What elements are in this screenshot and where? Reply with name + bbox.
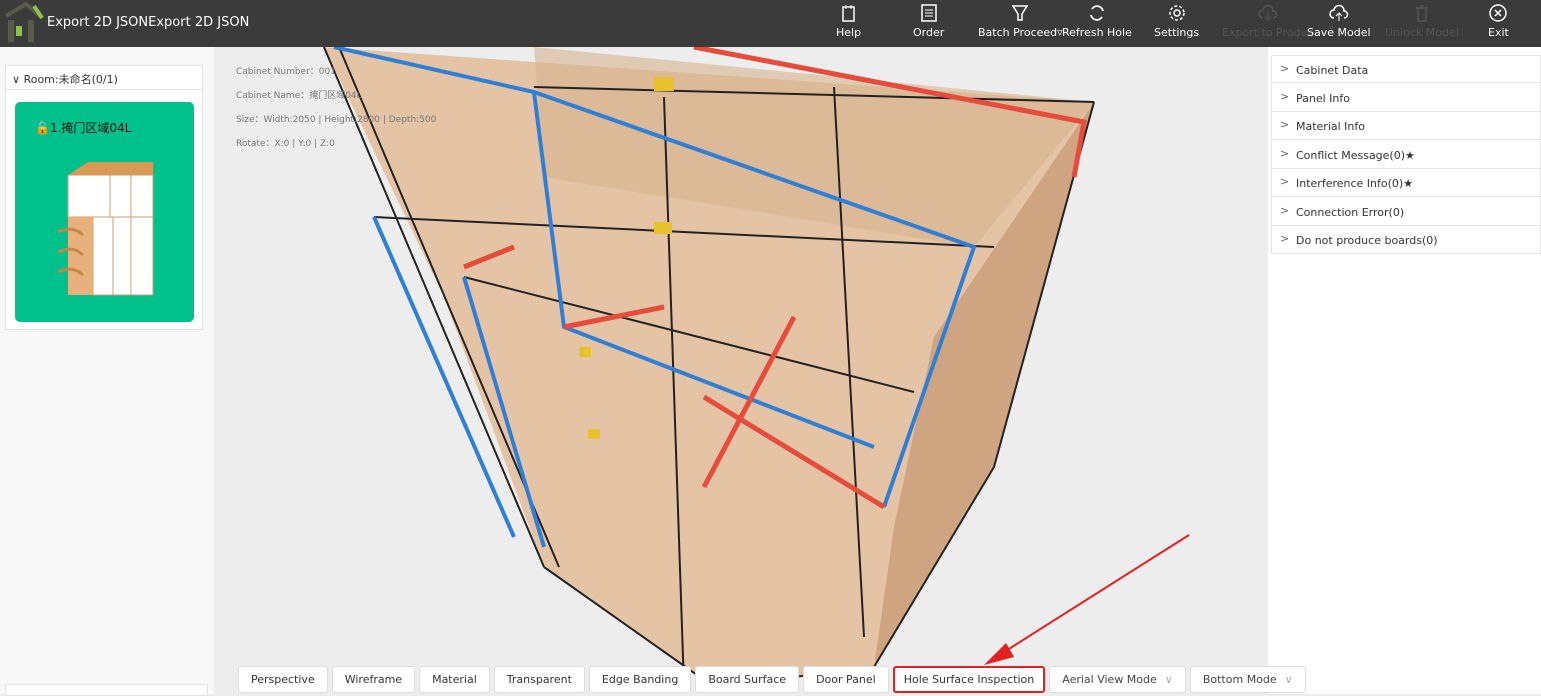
3d-viewport[interactable]: Cabinet Number：001 Cabinet Name：掩门区域04L … [214, 47, 1268, 694]
gear-icon [1168, 5, 1185, 21]
app-title: Export 2D JSONExport 2D JSON [47, 15, 250, 30]
section-label: Panel Info [1296, 91, 1350, 105]
bottom-mode-dropdown[interactable]: Bottom Mode ∨ [1189, 666, 1306, 693]
settings-button[interactable]: Settings [1154, 3, 1199, 39]
order-list-icon [920, 4, 937, 22]
wireframe-button[interactable]: Wireframe [331, 666, 416, 693]
lock-icon: 🔓 [35, 121, 50, 135]
chevron-right-icon: > [1280, 146, 1290, 160]
left-sidebar: ∨ Room:未命名(0/1) 🔓1.掩门区域04L [0, 47, 214, 696]
right-panel: > Cabinet Data > Panel Info > Material Info > C… [1268, 47, 1541, 694]
chevron-down-icon: ∨ [1284, 673, 1293, 686]
export-to-produc-button[interactable]: Export to Produc [1222, 3, 1314, 39]
chevron-down-icon: ∨ [12, 73, 24, 86]
chevron-right-icon: > [1280, 62, 1290, 75]
section-label: Do not produce boards(0) [1296, 234, 1438, 247]
close-circle-icon [1489, 4, 1508, 22]
toolbar-label: Batch Proceed▿ [978, 26, 1063, 39]
unlock-model-button[interactable]: Unlock Model [1385, 3, 1459, 39]
batch-proceed-button[interactable]: Batch Proceed▿ [978, 3, 1063, 39]
section-do-not-produce-boards[interactable]: > Do not produce boards(0) [1271, 226, 1541, 254]
edge-banding-button[interactable]: Edge Banding [588, 666, 692, 693]
filter-icon [1011, 5, 1029, 21]
section-cabinet-data[interactable]: > Cabinet Data [1271, 55, 1541, 83]
transparent-button[interactable]: Transparent [493, 666, 585, 693]
section-conflict-message[interactable]: > Conflict Message(0)★ [1271, 140, 1541, 169]
view-mode-bar: Perspective Wireframe Material Transparent E… [238, 666, 1306, 693]
chevron-right-icon: > [1280, 203, 1290, 217]
section-connection-error[interactable]: > Connection Error(0) [1271, 197, 1541, 226]
chevron-right-icon: > [1280, 89, 1290, 103]
section-label: Cabinet Data [1296, 64, 1369, 77]
section-label: Material Info [1296, 120, 1366, 133]
save-model-button[interactable]: Save Model [1307, 3, 1371, 39]
room-label: Room:未命名(0/1) [23, 73, 118, 86]
material-button[interactable]: Material [419, 666, 490, 693]
cabinet-3d-model[interactable] [214, 47, 1268, 694]
board-surface-button[interactable]: Board Surface [695, 666, 800, 693]
help-doc-icon [841, 5, 855, 22]
trash-icon [1415, 5, 1428, 22]
toolbar-label: Save Model [1307, 26, 1371, 39]
refresh-icon [1090, 5, 1104, 21]
toolbar-label: Refresh Hole [1062, 26, 1132, 39]
cabinet-rotate: Rotate：X:0 | Y:0 | Z:0 [236, 139, 335, 149]
toolbar-label: Help [836, 26, 862, 39]
app-logo-icon [4, 2, 44, 42]
section-label: Connection Error(0) [1296, 205, 1405, 219]
section-panel-info[interactable]: > Panel Info [1271, 83, 1541, 112]
refresh-hole-button[interactable]: Refresh Hole [1062, 3, 1132, 39]
chevron-right-icon: > [1280, 118, 1290, 131]
door-panel-button[interactable]: Door Panel [803, 666, 889, 693]
cabinet-number: Cabinet Number：001 [236, 67, 336, 77]
help-button[interactable]: Help [836, 3, 861, 39]
hole-surface-inspection-button[interactable]: Hole Surface Inspection [892, 666, 1046, 693]
section-label: Interference Info(0)★ [1296, 177, 1414, 190]
section-material-info[interactable]: > Material Info [1271, 112, 1541, 140]
cabinet-thumbnail [57, 162, 154, 296]
section-interference-info[interactable]: > Interference Info(0)★ [1271, 169, 1541, 197]
toolbar-label: Exit [1488, 26, 1509, 39]
chevron-down-icon: ∨ [1164, 673, 1173, 686]
order-button[interactable]: Order [913, 3, 944, 39]
perspective-button[interactable]: Perspective [238, 666, 328, 693]
chevron-right-icon: > [1280, 175, 1290, 188]
cabinet-name: Cabinet Name：掩门区域04L [236, 91, 362, 101]
toolbar-label: Unlock Model [1385, 26, 1459, 39]
room-header[interactable]: ∨ Room:未命名(0/1) [6, 66, 202, 90]
toolbar-label: Order [913, 26, 945, 39]
toolbar-label: Export to Produc [1222, 26, 1314, 39]
room-panel: ∨ Room:未命名(0/1) 🔓1.掩门区域04L [5, 65, 203, 330]
cloud-download-icon [1258, 4, 1277, 21]
cloud-upload-icon [1329, 4, 1349, 21]
exit-button[interactable]: Exit [1488, 3, 1509, 39]
cabinet-card[interactable]: 🔓1.掩门区域04L [15, 102, 194, 322]
toolbar-label: Settings [1154, 26, 1200, 39]
chevron-right-icon: > [1280, 232, 1290, 245]
left-bottom-panel [5, 684, 208, 696]
cabinet-size: Size：Width:2050 | Height:2800 | Depth:50… [236, 115, 437, 125]
top-toolbar: Export 2D JSONExport 2D JSON Help Order Ba… [0, 0, 1541, 47]
cabinet-card-title: 1.掩门区域04L [49, 121, 132, 135]
section-label: Conflict Message(0)★ [1296, 148, 1415, 162]
aerial-view-mode-dropdown[interactable]: Aerial View Mode ∨ [1049, 666, 1186, 693]
